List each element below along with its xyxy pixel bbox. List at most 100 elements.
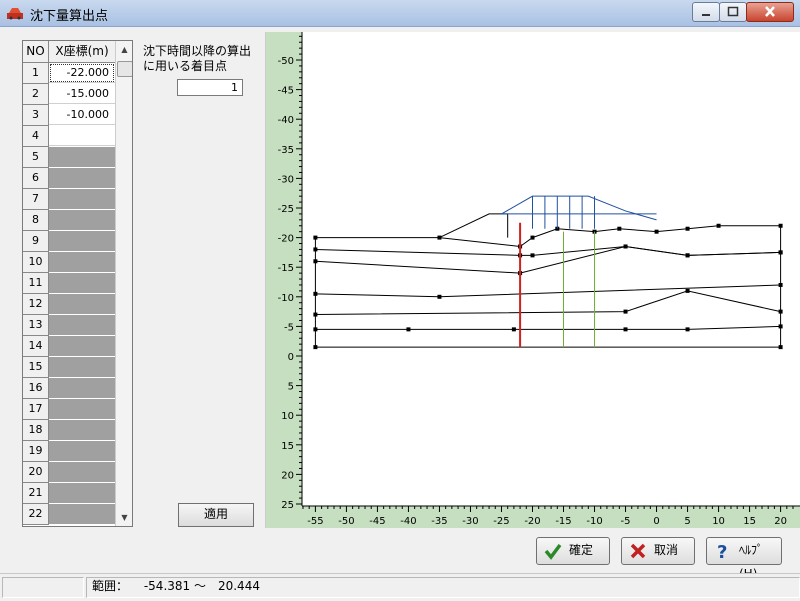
x-tick-label: -35 <box>431 516 447 527</box>
row-number: 16 <box>23 378 49 399</box>
table-row[interactable]: 4 <box>23 126 115 147</box>
layer-vertex <box>437 294 442 299</box>
x-tick-label: 5 <box>684 516 690 527</box>
row-number: 6 <box>23 168 49 189</box>
y-tick-label: 0 <box>288 352 294 363</box>
x-coordinate-cell[interactable] <box>49 399 115 419</box>
layer-vertex <box>313 247 318 252</box>
target-point-input[interactable]: 1 <box>177 79 243 96</box>
table-row[interactable]: 2 -15.000 <box>23 84 115 105</box>
layer-vertex <box>530 235 535 240</box>
table-row[interactable]: 17 <box>23 399 115 420</box>
soil-layer-line <box>315 325 781 330</box>
x-tick-label: 20 <box>774 516 787 527</box>
table-row[interactable]: 7 <box>23 189 115 210</box>
x-tick-label: -10 <box>586 516 602 527</box>
row-number: 2 <box>23 84 49 105</box>
x-tick-label: -25 <box>493 516 509 527</box>
row-number: 8 <box>23 210 49 231</box>
y-tick-label: -50 <box>278 56 294 67</box>
x-coordinate-cell[interactable] <box>49 420 115 440</box>
x-coordinate-cell[interactable] <box>49 294 115 314</box>
table-row[interactable]: 6 <box>23 168 115 189</box>
x-tick-label: -30 <box>462 516 478 527</box>
x-coordinate-cell[interactable] <box>49 168 115 188</box>
minimize-button[interactable] <box>692 2 720 22</box>
x-tick-label: -20 <box>524 516 540 527</box>
x-coordinate-cell[interactable]: -15.000 <box>49 84 115 104</box>
x-coordinate-cell[interactable] <box>49 147 115 167</box>
layer-vertex <box>437 235 442 240</box>
layer-vertex <box>778 250 783 255</box>
table-row[interactable]: 22 <box>23 504 115 525</box>
x-coordinate-cell[interactable] <box>49 126 115 146</box>
table-row[interactable]: 3 -10.000 <box>23 105 115 126</box>
x-tick-label: 10 <box>712 516 725 527</box>
checkmark-icon <box>544 543 562 560</box>
layer-vertex <box>685 253 690 258</box>
x-coordinate-cell[interactable] <box>49 231 115 251</box>
x-tick-label: 15 <box>743 516 756 527</box>
y-tick-label: -30 <box>278 174 294 185</box>
apply-button[interactable]: 適用 <box>178 503 254 527</box>
row-number: 13 <box>23 315 49 336</box>
table-row[interactable]: 15 <box>23 357 115 378</box>
x-coordinate-cell[interactable] <box>49 483 115 503</box>
row-number: 10 <box>23 252 49 273</box>
layer-vertex <box>685 288 690 293</box>
layer-vertex <box>778 324 783 329</box>
y-tick-label: -35 <box>278 145 294 156</box>
x-coordinate-cell[interactable] <box>49 504 115 524</box>
title-bar[interactable]: 沈下量算出点 <box>0 0 800 27</box>
x-coordinate-cell[interactable] <box>49 441 115 461</box>
confirm-button[interactable]: 確定 <box>536 537 610 565</box>
layer-vertex <box>623 309 628 314</box>
x-coordinate-cell[interactable] <box>49 252 115 272</box>
x-coordinate-cell[interactable] <box>49 315 115 335</box>
x-tick-label: -5 <box>621 516 631 527</box>
scroll-down-icon[interactable]: ▼ <box>116 509 132 526</box>
x-coordinate-cell[interactable] <box>49 273 115 293</box>
x-coordinate-cell[interactable] <box>49 189 115 209</box>
table-row[interactable]: 9 <box>23 231 115 252</box>
table-row[interactable]: 11 <box>23 273 115 294</box>
table-row[interactable]: 16 <box>23 378 115 399</box>
x-coordinate-cell[interactable] <box>49 336 115 356</box>
table-row[interactable]: 1 -22.000 <box>23 63 115 84</box>
row-number: 15 <box>23 357 49 378</box>
x-coordinate-cell[interactable] <box>49 210 115 230</box>
layer-vertex <box>313 327 318 332</box>
cross-section-plot[interactable]: -50 -45 -40 -35 -30 -25 -20 -15 -10 -5 0 5 10 15 20 25-… <box>265 32 800 528</box>
soil-layer-line <box>315 225 781 247</box>
x-coordinate-cell[interactable] <box>49 357 115 377</box>
close-button[interactable] <box>746 2 794 22</box>
table-row[interactable]: 20 <box>23 462 115 483</box>
table-row[interactable]: 8 <box>23 210 115 231</box>
table-row[interactable]: 21 <box>23 483 115 504</box>
cancel-button[interactable]: 取消 <box>621 537 695 565</box>
table-row[interactable]: 5 <box>23 147 115 168</box>
help-button[interactable]: ? ﾍﾙﾌﾟ(H) <box>706 537 782 581</box>
x-coordinate-cell[interactable] <box>49 462 115 482</box>
x-tick-label: -55 <box>307 516 323 527</box>
x-coordinate-cell[interactable] <box>49 378 115 398</box>
scroll-thumb[interactable] <box>117 61 132 77</box>
table-row[interactable]: 10 <box>23 252 115 273</box>
x-coordinate-cell[interactable]: -22.000 <box>49 63 115 83</box>
layer-vertex <box>685 226 690 231</box>
soil-layer-line <box>315 245 781 274</box>
x-tick-label: -15 <box>555 516 571 527</box>
x-coordinate-cell[interactable]: -10.000 <box>49 105 115 125</box>
grid-scrollbar[interactable]: ▲ ▼ <box>115 41 132 526</box>
row-number: 1 <box>23 63 49 84</box>
table-row[interactable]: 13 <box>23 315 115 336</box>
table-row[interactable]: 19 <box>23 441 115 462</box>
table-row[interactable]: 14 <box>23 336 115 357</box>
coordinate-grid[interactable]: NO X座標(m) 1 -22.000 2 -15.000 3 -10.000 4 5 6 7 8 9… <box>22 40 133 527</box>
y-tick-label: -5 <box>284 322 294 333</box>
maximize-button[interactable] <box>719 2 747 22</box>
table-row[interactable]: 18 <box>23 420 115 441</box>
layer-vertex <box>778 223 783 228</box>
scroll-up-icon[interactable]: ▲ <box>116 41 132 58</box>
table-row[interactable]: 12 <box>23 294 115 315</box>
